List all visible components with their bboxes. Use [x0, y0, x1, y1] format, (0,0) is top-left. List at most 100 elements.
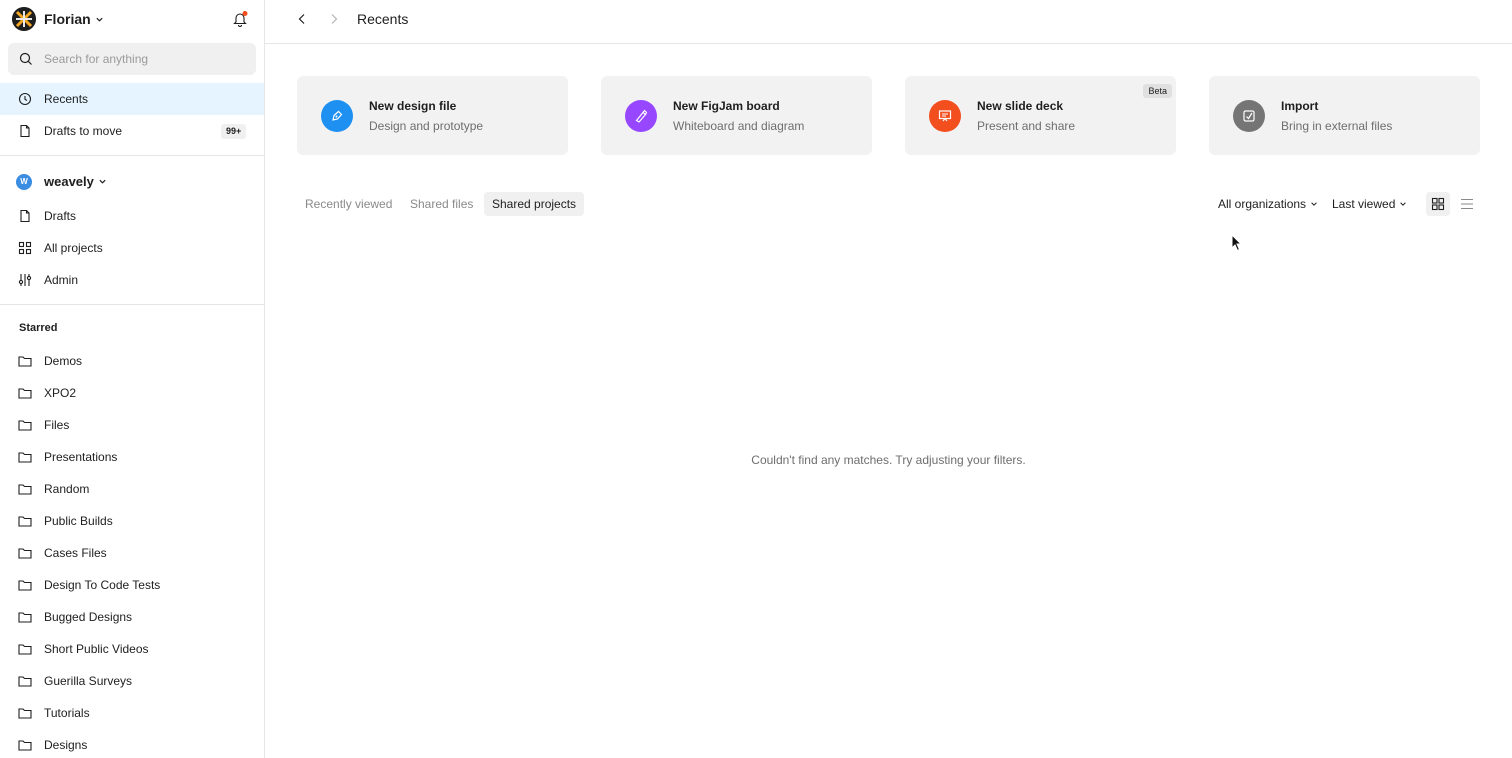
sidebar-item-starred-project[interactable]: Files — [0, 409, 264, 441]
sidebar-item-drafts-to-move[interactable]: Drafts to move 99+ — [0, 115, 264, 147]
sidebar-item-drafts[interactable]: Drafts — [0, 200, 264, 232]
grid-view-icon[interactable] — [1426, 192, 1450, 216]
card-title: New slide deck — [977, 99, 1064, 113]
card-title: New design file — [369, 99, 457, 113]
grid-icon — [18, 241, 32, 255]
tab-recently-viewed[interactable]: Recently viewed — [297, 192, 400, 216]
new-figjam-board-card[interactable]: New FigJam board Whiteboard and diagram — [601, 76, 872, 155]
sidebar-item-label: Cases Files — [44, 546, 107, 560]
import-card[interactable]: Import Bring in external files — [1209, 76, 1480, 155]
sidebar-item-starred-project[interactable]: XPO2 — [0, 377, 264, 409]
folder-icon — [18, 420, 32, 431]
sidebar-item-admin[interactable]: Admin — [0, 264, 264, 296]
sidebar-item-label: Public Builds — [44, 514, 113, 528]
sidebar-item-starred-project[interactable]: Public Builds — [0, 505, 264, 537]
empty-state-message: Couldn't find any matches. Try adjusting… — [751, 453, 1026, 467]
card-subtitle: Whiteboard and diagram — [673, 119, 805, 133]
sidebar-item-starred-project[interactable]: Guerilla Surveys — [0, 665, 264, 697]
sidebar-item-label: Demos — [44, 354, 83, 368]
sidebar-item-label: All projects — [44, 241, 103, 255]
new-design-file-card[interactable]: New design file Design and prototype — [297, 76, 568, 155]
notifications-bell-icon[interactable] — [230, 9, 250, 29]
folder-icon — [18, 580, 32, 591]
username-label: Florian — [44, 11, 91, 27]
import-icon — [1233, 100, 1265, 132]
sidebar-item-starred-project[interactable]: Designs — [0, 729, 264, 758]
divider — [0, 304, 264, 305]
organization-filter-dropdown[interactable]: All organizations — [1218, 197, 1318, 211]
folder-icon — [18, 356, 32, 367]
sidebar-item-all-projects[interactable]: All projects — [0, 232, 264, 264]
sidebar-item-starred-project[interactable]: Short Public Videos — [0, 633, 264, 665]
count-badge: 99+ — [221, 124, 247, 139]
organization-filter-label: All organizations — [1218, 197, 1307, 211]
page-title: Recents — [357, 11, 409, 27]
beta-badge: Beta — [1143, 84, 1172, 98]
sidebar-item-starred-project[interactable]: Tutorials — [0, 697, 264, 729]
sidebar-item-starred-project[interactable]: Bugged Designs — [0, 601, 264, 633]
sidebar-item-label: Admin — [44, 273, 79, 287]
sidebar-item-starred-project[interactable]: Random — [0, 473, 264, 505]
sidebar-item-label: Drafts — [44, 209, 77, 223]
sidebar-item-starred-project[interactable]: Cases Files — [0, 537, 264, 569]
pen-icon — [321, 100, 353, 132]
search-box[interactable] — [8, 43, 256, 75]
back-arrow-icon[interactable] — [294, 11, 310, 27]
folder-icon — [18, 612, 32, 623]
folder-icon — [18, 548, 32, 559]
sidebar-item-label: Designs — [44, 738, 88, 752]
sidebar-item-label: Presentations — [44, 450, 118, 464]
sort-dropdown[interactable]: Last viewed — [1332, 197, 1407, 211]
sidebar-item-recents[interactable]: Recents — [0, 83, 264, 115]
org-switcher[interactable]: W weavely — [0, 166, 264, 198]
sidebar-item-label: Bugged Designs — [44, 610, 133, 624]
card-title: Import — [1281, 99, 1319, 113]
sidebar-item-label: Files — [44, 418, 70, 432]
chevron-down-icon — [1311, 202, 1317, 206]
user-avatar[interactable] — [12, 7, 36, 31]
tab-shared-files[interactable]: Shared files — [402, 192, 481, 216]
search-icon — [19, 52, 32, 65]
sidebar-item-starred-project[interactable]: Presentations — [0, 441, 264, 473]
folder-icon — [18, 484, 32, 495]
org-avatar: W — [16, 174, 32, 190]
folder-icon — [18, 644, 32, 655]
sidebar-item-label: Guerilla Surveys — [44, 674, 133, 688]
list-view-icon[interactable] — [1455, 192, 1479, 216]
folder-icon — [18, 388, 32, 399]
card-subtitle: Design and prototype — [369, 119, 484, 133]
new-slide-deck-card[interactable]: New slide deck Present and share Beta — [905, 76, 1176, 155]
card-subtitle: Present and share — [977, 119, 1076, 133]
file-icon — [20, 124, 30, 138]
starred-section-title: Starred — [19, 322, 58, 334]
chevron-down-icon — [99, 179, 106, 184]
sort-label: Last viewed — [1332, 197, 1396, 211]
sidebar-item-label: Random — [44, 482, 90, 496]
file-icon — [20, 209, 30, 223]
org-name[interactable]: weavely — [44, 174, 107, 189]
tab-shared-projects[interactable]: Shared projects — [484, 192, 585, 216]
folder-icon — [18, 452, 32, 463]
card-title: New FigJam board — [673, 99, 780, 113]
folder-icon — [18, 708, 32, 719]
folder-icon — [18, 740, 32, 751]
org-name-label: weavely — [44, 174, 94, 189]
account-switcher[interactable]: Florian — [44, 11, 104, 27]
sidebar-item-label: Short Public Videos — [44, 642, 149, 656]
forward-arrow-icon[interactable] — [326, 11, 342, 27]
chevron-down-icon — [96, 17, 103, 22]
sidebar-item-label: Design To Code Tests — [44, 578, 161, 592]
folder-icon — [18, 516, 32, 527]
account-bar: Florian — [0, 0, 264, 38]
chevron-down-icon — [1400, 202, 1407, 206]
marker-icon — [625, 100, 657, 132]
folder-icon — [18, 676, 32, 687]
presentation-icon — [929, 100, 961, 132]
header-bar: Recents — [265, 0, 1512, 44]
search-input[interactable] — [44, 43, 244, 75]
divider — [0, 155, 264, 156]
sidebar-item-starred-project[interactable]: Design To Code Tests — [0, 569, 264, 601]
clock-icon — [18, 92, 32, 106]
sidebar-item-label: Drafts to move — [44, 124, 123, 138]
sidebar-item-starred-project[interactable]: Demos — [0, 345, 264, 377]
